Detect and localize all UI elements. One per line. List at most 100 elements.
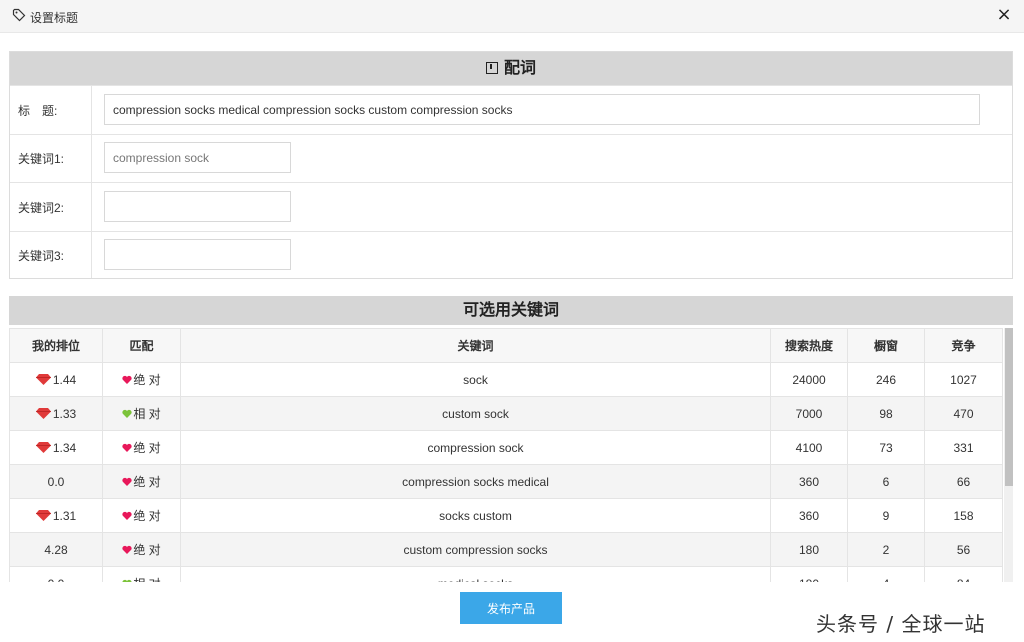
- match-value: 相 对: [133, 575, 160, 582]
- match-cell: 绝 对: [103, 465, 181, 498]
- rank-cell: 1.33: [9, 397, 103, 430]
- col-header-heat[interactable]: 搜索热度: [771, 329, 848, 362]
- table-row[interactable]: 1.31 绝 对 socks custom 360 9 158: [9, 499, 1003, 533]
- competition-cell: 158: [925, 499, 1003, 532]
- rank-cell: 4.28: [9, 533, 103, 566]
- competition-cell: 1027: [925, 363, 1003, 396]
- window-cell: 98: [848, 397, 925, 430]
- heart-icon: [122, 443, 132, 452]
- keyword1-row: 关键词1: compression sock: [10, 134, 1012, 182]
- title-input[interactable]: compression socks medical compression so…: [104, 94, 980, 125]
- keyword-cell[interactable]: custom compression socks: [181, 533, 771, 566]
- rank-cell: 1.34: [9, 431, 103, 464]
- rank-value: 1.31: [52, 508, 77, 523]
- heat-cell: 4100: [771, 431, 848, 464]
- window-cell: 9: [848, 499, 925, 532]
- keyword-cell[interactable]: medical socks: [181, 567, 771, 582]
- watermark-text: 头条号 / 全球一站: [816, 612, 986, 636]
- diamond-icon: [35, 374, 51, 385]
- publish-product-button[interactable]: 发布产品: [460, 592, 562, 624]
- rank-value: 0.0: [47, 474, 65, 489]
- rank-cell: 1.31: [9, 499, 103, 532]
- match-cell: 相 对: [103, 397, 181, 430]
- match-words-title: 配词: [503, 60, 536, 77]
- available-keywords-header: 可选用关键词: [9, 296, 1013, 325]
- scrollbar-thumb[interactable]: [1005, 328, 1013, 486]
- rank-cell: 1.44: [9, 363, 103, 396]
- heat-cell: 24000: [771, 363, 848, 396]
- competition-cell: 470: [925, 397, 1003, 430]
- keyword3-input[interactable]: [104, 239, 291, 270]
- heart-icon: [122, 511, 132, 520]
- window-cell: 6: [848, 465, 925, 498]
- match-cell: 绝 对: [103, 533, 181, 566]
- competition-cell: 84: [925, 567, 1003, 582]
- keyword3-row: 关键词3:: [10, 231, 1012, 278]
- window-cell: 4: [848, 567, 925, 582]
- competition-cell: 66: [925, 465, 1003, 498]
- match-value: 绝 对: [133, 373, 161, 387]
- keyword2-label: 关键词2:: [10, 183, 92, 231]
- keyword-cell[interactable]: sock: [181, 363, 771, 396]
- table-row[interactable]: 4.28 绝 对 custom compression socks 180 2 56: [9, 533, 1003, 567]
- keyword-cell[interactable]: compression socks medical: [181, 465, 771, 498]
- dialog-title: 设置标题: [30, 11, 79, 25]
- available-keywords-section: 可选用关键词 我的排位 匹配 关键词 搜索热度 橱窗 竞争 1.44 绝 对 soc…: [9, 296, 1013, 582]
- heat-cell: 360: [771, 499, 848, 532]
- table-header-row: 我的排位 匹配 关键词 搜索热度 橱窗 竞争: [9, 328, 1003, 363]
- diamond-icon: [35, 510, 51, 521]
- col-header-competition[interactable]: 竞争: [925, 329, 1003, 362]
- diamond-icon: [35, 442, 51, 453]
- close-icon[interactable]: ×: [996, 6, 1012, 24]
- keyword2-input[interactable]: [104, 191, 291, 222]
- title-row: 标 题: compression socks medical compressi…: [10, 85, 1012, 134]
- col-header-keyword[interactable]: 关键词: [181, 329, 771, 362]
- heart-icon: [122, 545, 132, 554]
- match-value: 相 对: [133, 407, 161, 421]
- window-cell: 73: [848, 431, 925, 464]
- keyword-cell[interactable]: compression sock: [181, 431, 771, 464]
- rank-value: 1.34: [52, 440, 77, 455]
- keyword2-row: 关键词2:: [10, 182, 1012, 231]
- keyword-cell[interactable]: socks custom: [181, 499, 771, 532]
- heat-cell: 180: [771, 533, 848, 566]
- heat-cell: 360: [771, 465, 848, 498]
- keyword-cell[interactable]: custom sock: [181, 397, 771, 430]
- table-row[interactable]: 0.0 相 对 medical socks180484: [9, 567, 1003, 582]
- match-value: 绝 对: [133, 441, 161, 455]
- match-words-icon: [485, 62, 498, 74]
- heat-cell: 180: [771, 567, 848, 582]
- tag-icon: [12, 8, 26, 22]
- col-header-match[interactable]: 匹配: [103, 329, 181, 362]
- match-value: 绝 对: [133, 475, 161, 489]
- match-words-header: 配词: [10, 52, 1012, 85]
- keyword1-input[interactable]: compression sock: [104, 142, 291, 173]
- match-cell: 绝 对: [103, 499, 181, 532]
- competition-cell: 56: [925, 533, 1003, 566]
- table-row[interactable]: 0.0 绝 对 compression socks medical 360 6 66: [9, 465, 1003, 499]
- match-cell: 相 对: [103, 567, 181, 582]
- rank-value: 1.33: [52, 406, 77, 421]
- col-header-rank[interactable]: 我的排位: [9, 329, 103, 362]
- rank-cell: 0.0: [9, 567, 103, 582]
- match-value: 绝 对: [133, 509, 161, 523]
- rank-value: 4.28: [44, 542, 68, 557]
- table-row[interactable]: 1.33 相 对 custom sock 7000 98 470: [9, 397, 1003, 431]
- table-row[interactable]: 1.44 绝 对 sock 24000 246 1027: [9, 363, 1003, 397]
- rank-value: 1.44: [52, 372, 77, 387]
- heart-icon: [122, 409, 132, 418]
- window-cell: 246: [848, 363, 925, 396]
- competition-cell: 331: [925, 431, 1003, 464]
- match-cell: 绝 对: [103, 363, 181, 396]
- table-row[interactable]: 1.34 绝 对 compression sock 4100 73 331: [9, 431, 1003, 465]
- heart-icon: [122, 375, 132, 384]
- heart-icon: [122, 477, 132, 486]
- match-value: 绝 对: [133, 543, 161, 557]
- match-cell: 绝 对: [103, 431, 181, 464]
- col-header-window[interactable]: 橱窗: [848, 329, 925, 362]
- keyword1-label: 关键词1:: [10, 135, 92, 182]
- match-words-section: 配词 标 题: compression socks medical compre…: [9, 51, 1013, 279]
- window-cell: 2: [848, 533, 925, 566]
- rank-cell: 0.0: [9, 465, 103, 498]
- keyword3-label: 关键词3:: [10, 232, 92, 278]
